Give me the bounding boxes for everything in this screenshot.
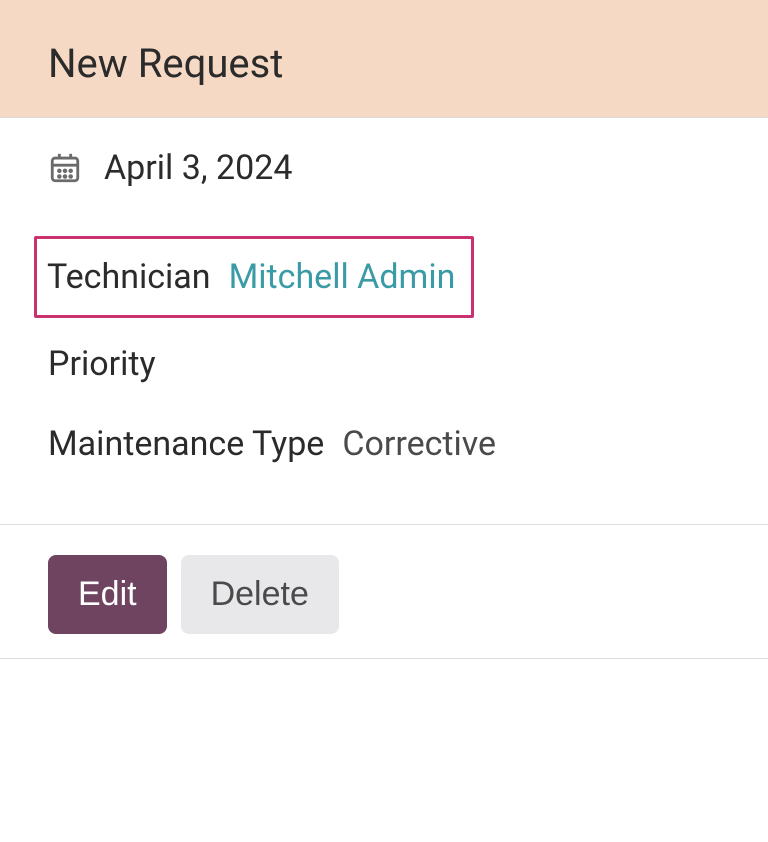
card-header: New Request [0,0,768,118]
maintenance-type-label: Maintenance Type [48,424,324,464]
actions-row: Edit Delete [0,555,768,658]
calendar-icon [48,151,82,185]
date-value: April 3, 2024 [104,148,292,188]
date-row: April 3, 2024 [48,148,720,188]
maintenance-type-field: Maintenance Type Corrective [48,424,720,464]
divider [0,524,768,525]
maintenance-type-value: Corrective [342,424,496,464]
delete-button[interactable]: Delete [181,555,339,634]
edit-button[interactable]: Edit [48,555,167,634]
priority-label: Priority [48,344,156,384]
bottom-border [0,658,768,659]
priority-field: Priority [48,344,720,384]
card-title: New Request [48,40,720,87]
technician-label: Technician [47,257,211,297]
technician-field: Technician Mitchell Admin [34,236,474,318]
technician-value[interactable]: Mitchell Admin [229,257,456,297]
card-content: April 3, 2024 Technician Mitchell Admin … [0,118,768,514]
